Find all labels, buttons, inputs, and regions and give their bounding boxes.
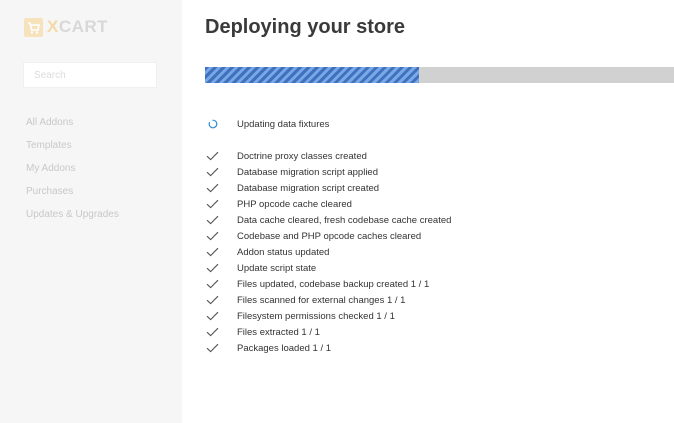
completed-step: Addon status updated [205, 244, 451, 260]
checkmark-icon [206, 183, 219, 193]
checkmark-icon [206, 199, 219, 209]
current-step-label: Updating data fixtures [237, 118, 330, 130]
checkmark-icon [206, 343, 219, 353]
sidebar-nav: All Addons Templates My Addons Purchases… [26, 116, 119, 231]
sidebar-item-purchases[interactable]: Purchases [26, 185, 119, 208]
completed-step-label: Packages loaded 1 / 1 [237, 342, 332, 354]
completed-step-label: Update script state [237, 262, 317, 274]
cart-logo-icon [24, 17, 43, 37]
checkmark-icon [206, 215, 219, 225]
completed-step: Codebase and PHP opcode caches cleared [205, 228, 451, 244]
completed-step-label: Data cache cleared, fresh codebase cache… [237, 214, 452, 226]
sidebar-item-all-addons[interactable]: All Addons [26, 116, 119, 139]
spinner-icon [208, 119, 218, 129]
checkmark-icon [206, 231, 219, 241]
checkmark-icon [206, 327, 219, 337]
completed-step-label: Files scanned for external changes 1 / 1 [237, 294, 406, 306]
sidebar-item-templates[interactable]: Templates [26, 139, 119, 162]
completed-step: Update script state [205, 260, 451, 276]
checkmark-icon [206, 263, 219, 273]
completed-step: Files updated, codebase backup created 1… [205, 276, 451, 292]
completed-step-label: Doctrine proxy classes created [237, 150, 367, 162]
completed-step-label: PHP opcode cache cleared [237, 198, 352, 210]
completed-step: Files scanned for external changes 1 / 1 [205, 292, 451, 308]
sidebar-item-my-addons[interactable]: My Addons [26, 162, 119, 185]
checkmark-icon [206, 279, 219, 289]
search-input[interactable] [23, 62, 157, 88]
checkmark-icon [206, 167, 219, 177]
completed-step: Files extracted 1 / 1 [205, 324, 451, 340]
completed-steps-list: Doctrine proxy classes created Database m… [205, 148, 451, 356]
logo-text: XCART [47, 17, 109, 36]
completed-step-label: Files updated, codebase backup created 1… [237, 278, 430, 290]
completed-step: Database migration script applied [205, 164, 451, 180]
completed-step: Doctrine proxy classes created [205, 148, 451, 164]
completed-step-label: Database migration script created [237, 182, 380, 194]
progress-bar-fill [205, 67, 419, 83]
completed-step: Filesystem permissions checked 1 / 1 [205, 308, 451, 324]
deploy-progress-bar [205, 67, 674, 83]
current-step: Updating data fixtures [205, 117, 329, 131]
page-title: Deploying your store [205, 16, 406, 38]
completed-step-label: Filesystem permissions checked 1 / 1 [237, 310, 395, 322]
checkmark-icon [206, 311, 219, 321]
checkmark-icon [206, 151, 219, 161]
completed-step-label: Database migration script applied [237, 166, 378, 178]
xcart-logo[interactable]: XCART [24, 17, 108, 37]
completed-step: Packages loaded 1 / 1 [205, 340, 451, 356]
completed-step: Data cache cleared, fresh codebase cache… [205, 212, 451, 228]
sidebar: XCART All Addons Templates My Addons Pur… [0, 0, 182, 423]
completed-step: PHP opcode cache cleared [205, 196, 451, 212]
sidebar-item-updates-upgrades[interactable]: Updates & Upgrades [26, 208, 119, 231]
checkmark-icon [206, 295, 219, 305]
checkmark-icon [206, 247, 219, 257]
completed-step: Database migration script created [205, 180, 451, 196]
completed-step-label: Codebase and PHP opcode caches cleared [237, 230, 422, 242]
completed-step-label: Files extracted 1 / 1 [237, 326, 320, 338]
completed-step-label: Addon status updated [237, 246, 330, 258]
